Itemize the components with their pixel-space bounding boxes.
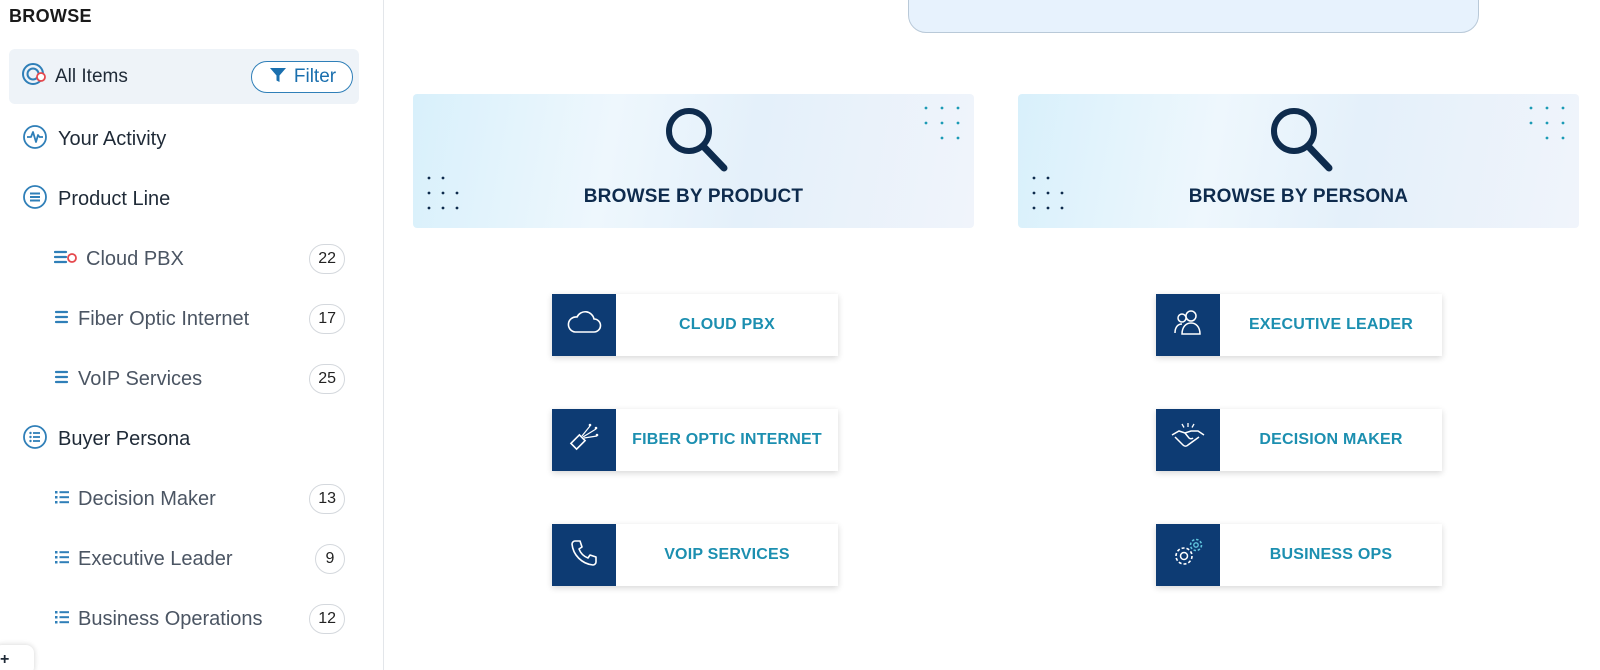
count-badge: 22 (309, 244, 345, 274)
voip-services-label: VoIP Services (78, 367, 203, 390)
product-line-label: Product Line (58, 187, 171, 210)
gears-icon (1170, 535, 1206, 576)
list-icon (54, 489, 70, 510)
card-business-ops[interactable]: BUSINESS OPS (1156, 524, 1442, 586)
search-icon (662, 104, 728, 179)
business-operations-label: Business Operations (78, 607, 263, 630)
cloud-pbx-label: Cloud PBX (86, 247, 184, 270)
executive-leader-label: Executive Leader (78, 547, 233, 570)
count-badge: 9 (315, 544, 345, 574)
card-decision-maker[interactable]: DECISION MAKER (1156, 409, 1442, 471)
decision-maker-label: Decision Maker (78, 487, 216, 510)
card-label: DECISION MAKER (1259, 431, 1403, 448)
list-icon (54, 549, 70, 570)
filter-icon (268, 65, 288, 90)
count-badge: 25 (309, 364, 345, 394)
sidebar-item-product-line[interactable]: Product Line (0, 177, 360, 221)
count-badge: 13 (309, 484, 345, 514)
sidebar: BROWSE All Items Filter Your Activity Pr… (0, 0, 384, 670)
sidebar-item-all-items[interactable]: All Items Filter (9, 49, 359, 104)
card-fiber-optic-internet[interactable]: FIBER OPTIC INTERNET (552, 409, 838, 471)
list-icon (54, 609, 70, 630)
sidebar-item-your-activity[interactable]: Your Activity (0, 117, 360, 161)
fiber-optic-internet-label: Fiber Optic Internet (78, 307, 250, 330)
sidebar-item-decision-maker[interactable]: Decision Maker 13 (0, 477, 360, 521)
your-activity-label: Your Activity (58, 127, 167, 150)
dots-decoration (425, 174, 465, 219)
browse-by-persona-title: BROWSE BY PERSONA (1188, 186, 1409, 207)
cloud-icon (565, 308, 603, 343)
count-badge: 12 (309, 604, 345, 634)
corner-tab[interactable]: + (0, 645, 34, 670)
activity-icon (22, 124, 48, 155)
dots-decoration (922, 104, 962, 145)
search-icon (1267, 104, 1333, 179)
sidebar-item-buyer-persona[interactable]: Buyer Persona (0, 417, 360, 461)
users-icon (1170, 307, 1206, 344)
card-label: BUSINESS OPS (1269, 546, 1393, 563)
dots-decoration (1030, 174, 1070, 219)
phone-icon (567, 536, 601, 575)
handshake-icon (1169, 421, 1207, 460)
card-executive-leader[interactable]: EXECUTIVE LEADER (1156, 294, 1442, 356)
buyer-persona-label: Buyer Persona (58, 427, 191, 450)
product-line-icon (54, 309, 70, 330)
card-label: EXECUTIVE LEADER (1248, 316, 1414, 333)
browse-by-product-banner[interactable]: BROWSE BY PRODUCT (413, 94, 974, 228)
top-panel (908, 0, 1479, 33)
card-label: VOIP SERVICES (664, 546, 790, 563)
all-items-label: All Items (55, 65, 128, 87)
sidebar-item-fiber-optic-internet[interactable]: Fiber Optic Internet 17 (0, 297, 360, 341)
count-badge: 17 (309, 304, 345, 334)
filter-button[interactable]: Filter (251, 61, 353, 93)
product-line-icon (54, 369, 70, 390)
product-line-red-icon (53, 249, 78, 270)
filter-label: Filter (293, 66, 337, 87)
sidebar-item-voip-services[interactable]: VoIP Services 25 (0, 357, 360, 401)
sidebar-item-cloud-pbx[interactable]: Cloud PBX 22 (0, 237, 360, 281)
product-line-icon (22, 184, 48, 215)
browse-by-persona-banner[interactable]: BROWSE BY PERSONA (1018, 94, 1579, 228)
list-circle-icon (22, 424, 48, 455)
dots-decoration (1527, 104, 1567, 145)
card-label: FIBER OPTIC INTERNET (632, 431, 822, 448)
all-items-icon (21, 61, 47, 92)
card-label: CLOUD PBX (678, 316, 776, 333)
sidebar-item-executive-leader[interactable]: Executive Leader 9 (0, 537, 360, 581)
browse-by-product-title: BROWSE BY PRODUCT (583, 186, 804, 207)
card-cloud-pbx[interactable]: CLOUD PBX (552, 294, 838, 356)
fiber-optic-icon (566, 420, 602, 461)
sidebar-item-business-operations[interactable]: Business Operations 12 (0, 597, 360, 641)
card-voip-services[interactable]: VOIP SERVICES (552, 524, 838, 586)
browse-heading: BROWSE (9, 6, 92, 26)
